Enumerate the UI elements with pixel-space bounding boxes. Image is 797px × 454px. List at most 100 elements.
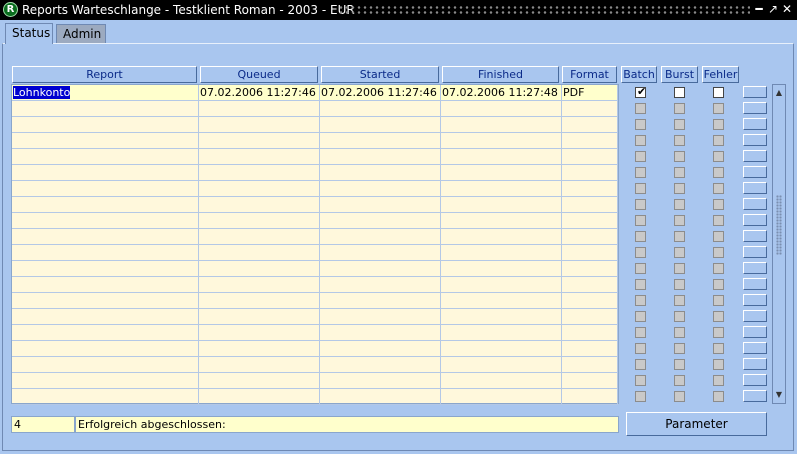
table-row[interactable] xyxy=(12,133,618,149)
row-detail-button[interactable] xyxy=(743,198,767,210)
cell-format[interactable] xyxy=(562,389,618,404)
scrollbar-grip[interactable] xyxy=(776,195,782,255)
table-row[interactable] xyxy=(12,261,618,277)
checkbox-fehler[interactable] xyxy=(713,183,724,194)
cell-report[interactable] xyxy=(12,149,199,164)
checkbox-fehler[interactable] xyxy=(713,103,724,114)
cell-finished[interactable] xyxy=(441,165,562,180)
cell-format[interactable] xyxy=(562,261,618,276)
table-row[interactable] xyxy=(12,197,618,213)
checkbox-burst[interactable] xyxy=(674,103,685,114)
checkbox-fehler[interactable] xyxy=(713,167,724,178)
column-header-burst[interactable]: Burst xyxy=(661,66,698,83)
row-detail-button[interactable] xyxy=(743,262,767,274)
checkbox-batch[interactable] xyxy=(635,391,646,402)
column-header-queued[interactable]: Queued xyxy=(200,66,318,83)
table-row[interactable]: Lohnkonto 07.02.2006 11:27:46 07.02.2006 1… xyxy=(12,85,618,101)
table-row[interactable] xyxy=(12,229,618,245)
cell-finished[interactable] xyxy=(441,245,562,260)
cell-queued[interactable] xyxy=(199,293,320,308)
cell-started[interactable] xyxy=(320,325,441,340)
cell-started[interactable] xyxy=(320,309,441,324)
checkbox-batch[interactable] xyxy=(635,231,646,242)
row-detail-button[interactable] xyxy=(743,230,767,242)
cell-started[interactable] xyxy=(320,117,441,132)
cell-queued[interactable] xyxy=(199,277,320,292)
row-detail-button[interactable] xyxy=(743,150,767,162)
cell-report[interactable]: Lohnkonto xyxy=(12,85,199,100)
cell-finished[interactable]: 07.02.2006 11:27:48 xyxy=(441,85,562,100)
table-row[interactable] xyxy=(12,117,618,133)
checkbox-fehler[interactable] xyxy=(713,199,724,210)
checkbox-fehler[interactable] xyxy=(713,343,724,354)
cell-format[interactable] xyxy=(562,149,618,164)
cell-report[interactable] xyxy=(12,389,199,404)
cell-format[interactable] xyxy=(562,373,618,388)
cell-finished[interactable] xyxy=(441,261,562,276)
cell-queued[interactable] xyxy=(199,357,320,372)
checkbox-batch[interactable] xyxy=(635,183,646,194)
row-detail-button[interactable] xyxy=(743,246,767,258)
checkbox-burst[interactable] xyxy=(674,119,685,130)
checkbox-batch[interactable]: ✔ xyxy=(635,85,646,98)
checkbox-fehler[interactable] xyxy=(713,135,724,146)
row-detail-button[interactable] xyxy=(743,374,767,386)
parameter-button[interactable]: Parameter xyxy=(626,412,767,436)
cell-format[interactable] xyxy=(562,197,618,212)
row-detail-button[interactable] xyxy=(743,310,767,322)
checkbox-batch[interactable] xyxy=(635,343,646,354)
checkbox-batch[interactable] xyxy=(635,199,646,210)
checkbox-burst[interactable] xyxy=(674,279,685,290)
cell-started[interactable] xyxy=(320,261,441,276)
cell-report[interactable] xyxy=(12,309,199,324)
cell-started[interactable] xyxy=(320,373,441,388)
checkbox-fehler[interactable] xyxy=(713,151,724,162)
cell-finished[interactable] xyxy=(441,309,562,324)
cell-finished[interactable] xyxy=(441,293,562,308)
cell-started[interactable]: 07.02.2006 11:27:46 xyxy=(320,85,441,100)
close-icon[interactable]: ✕ xyxy=(780,2,794,17)
cell-queued[interactable] xyxy=(199,245,320,260)
cell-finished[interactable] xyxy=(441,197,562,212)
cell-finished[interactable] xyxy=(441,341,562,356)
cell-report[interactable] xyxy=(12,133,199,148)
cell-report[interactable] xyxy=(12,293,199,308)
cell-report[interactable] xyxy=(12,373,199,388)
checkbox-fehler[interactable] xyxy=(713,87,724,98)
table-row[interactable] xyxy=(12,149,618,165)
cell-format[interactable] xyxy=(562,293,618,308)
maximize-icon[interactable]: ↗ xyxy=(766,2,780,17)
tab-status[interactable]: Status xyxy=(5,23,53,44)
cell-queued[interactable] xyxy=(199,261,320,276)
cell-report[interactable] xyxy=(12,101,199,116)
cell-queued[interactable] xyxy=(199,309,320,324)
checkbox-batch[interactable] xyxy=(635,135,646,146)
row-detail-button[interactable] xyxy=(743,278,767,290)
cell-queued[interactable] xyxy=(199,389,320,404)
row-detail-button[interactable] xyxy=(743,118,767,130)
cell-report[interactable] xyxy=(12,213,199,228)
row-detail-button[interactable] xyxy=(743,182,767,194)
checkbox-batch[interactable] xyxy=(635,247,646,258)
checkbox-burst[interactable] xyxy=(674,359,685,370)
cell-finished[interactable] xyxy=(441,389,562,404)
checkbox-burst[interactable] xyxy=(674,375,685,386)
checkbox-burst[interactable] xyxy=(674,199,685,210)
checkbox-fehler[interactable] xyxy=(713,295,724,306)
vertical-scrollbar[interactable]: ▲ ▼ xyxy=(772,84,786,404)
row-detail-button[interactable] xyxy=(743,294,767,306)
checkbox-fehler[interactable] xyxy=(713,215,724,226)
cell-finished[interactable] xyxy=(441,133,562,148)
checkbox-fehler[interactable] xyxy=(713,311,724,322)
cell-queued[interactable] xyxy=(199,165,320,180)
cell-queued[interactable] xyxy=(199,149,320,164)
checkbox-fehler[interactable] xyxy=(713,375,724,386)
checkbox-burst[interactable] xyxy=(674,87,685,98)
row-detail-button[interactable] xyxy=(743,166,767,178)
cell-finished[interactable] xyxy=(441,373,562,388)
checkbox-fehler[interactable] xyxy=(713,119,724,130)
checkbox-burst[interactable] xyxy=(674,327,685,338)
cell-format[interactable] xyxy=(562,229,618,244)
checkbox-fehler[interactable] xyxy=(713,279,724,290)
cell-queued[interactable] xyxy=(199,325,320,340)
